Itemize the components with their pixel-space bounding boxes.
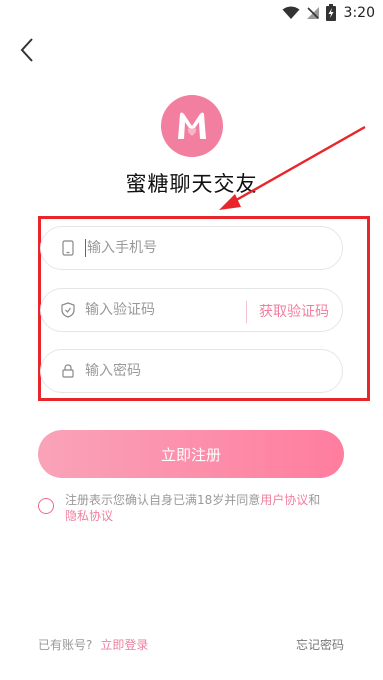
phone-icon [60,240,76,256]
register-button[interactable]: 立即注册 [38,430,344,478]
status-bar: 3:20 [0,0,383,28]
annotation-arrow-icon [219,125,366,210]
lock-icon [60,363,76,379]
wifi-icon [282,6,300,20]
status-time: 3:20 [343,4,375,21]
agreement-checkbox[interactable] [38,498,54,514]
get-code-button[interactable]: 获取验证码 [259,301,329,321]
password-field[interactable] [40,349,343,393]
have-account-label: 已有账号? [38,638,93,652]
login-prompt: 已有账号? 立即登录 [38,636,148,653]
battery-charging-icon [325,4,336,21]
user-agreement-link[interactable]: 用户协议 [260,493,308,507]
agreement-prefix: 注册表示您确认自身已满18岁并同意 [65,493,261,507]
shield-icon [60,302,76,318]
login-now-link[interactable]: 立即登录 [100,638,148,652]
back-button[interactable] [16,36,40,64]
verification-code-input[interactable] [85,302,245,318]
agreement-text: 注册表示您确认自身已满18岁并同意用户协议和隐私协议 [65,492,355,524]
back-arrow-icon [20,38,33,62]
privacy-policy-link[interactable]: 隐私协议 [65,509,113,523]
phone-field[interactable] [40,226,343,270]
divider [246,301,247,323]
phone-input[interactable] [87,240,247,256]
no-signal-icon [306,6,320,20]
password-input[interactable] [85,363,245,379]
agreement-and: 和 [308,493,321,507]
forgot-password-link[interactable]: 忘记密码 [296,636,344,653]
text-cursor [85,239,86,257]
verification-code-field[interactable]: 获取验证码 [40,288,343,332]
